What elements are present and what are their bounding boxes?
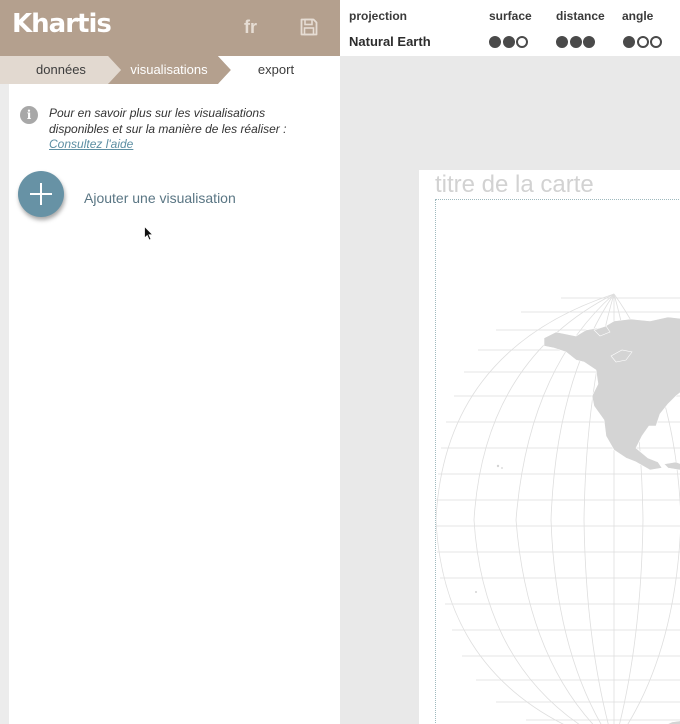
surface-header: surface [489, 9, 532, 23]
angle-rating-dot [636, 36, 649, 48]
help-text: Pour en savoir plus sur les visualisatio… [49, 106, 287, 136]
add-visualisation-label[interactable]: Ajouter une visualisation [84, 190, 236, 206]
angle-header: angle [622, 9, 654, 23]
islands [475, 464, 503, 593]
app-header: Khartis fr [0, 0, 340, 56]
app-logo: Khartis [12, 9, 112, 39]
distance-rating-dot [583, 36, 595, 48]
surface-rating-dot [502, 36, 515, 48]
map-frame [435, 199, 680, 724]
floppy-disk-icon [300, 18, 318, 36]
angle-rating-dot [623, 36, 635, 48]
distance-rating-dot [569, 36, 582, 48]
projection-header: projection [349, 9, 408, 23]
help-link[interactable]: Consultez l'aide [49, 137, 133, 151]
angle-rating-dot [650, 36, 662, 48]
surface-rating-dot [489, 36, 501, 48]
projection-panel: projection surface distance angle Natura… [340, 0, 680, 56]
distance-header: distance [556, 9, 605, 23]
language-button[interactable]: fr [244, 17, 257, 38]
map-title[interactable]: titre de la carte [435, 171, 594, 199]
panel-edge [0, 0, 9, 724]
step-donnees[interactable]: données [24, 62, 98, 77]
map-canvas[interactable] [436, 200, 680, 724]
mouse-cursor-icon [144, 226, 154, 241]
info-icon: i [20, 106, 38, 124]
step-export[interactable]: export [232, 62, 320, 77]
left-panel: Khartis fr données visualisations export… [0, 0, 340, 724]
save-button[interactable] [299, 17, 319, 37]
distance-rating-dot [556, 36, 568, 48]
add-visualisation-button[interactable] [18, 171, 64, 217]
surface-rating-dot [516, 36, 528, 48]
step-navigation: données visualisations export [0, 56, 340, 84]
step-visualisations[interactable]: visualisations [120, 62, 218, 77]
map-workspace: projection surface distance angle Natura… [340, 0, 680, 724]
land-masses [543, 316, 680, 724]
map-sheet: titre de la carte [419, 170, 680, 724]
projection-name[interactable]: Natural Earth [349, 34, 431, 49]
